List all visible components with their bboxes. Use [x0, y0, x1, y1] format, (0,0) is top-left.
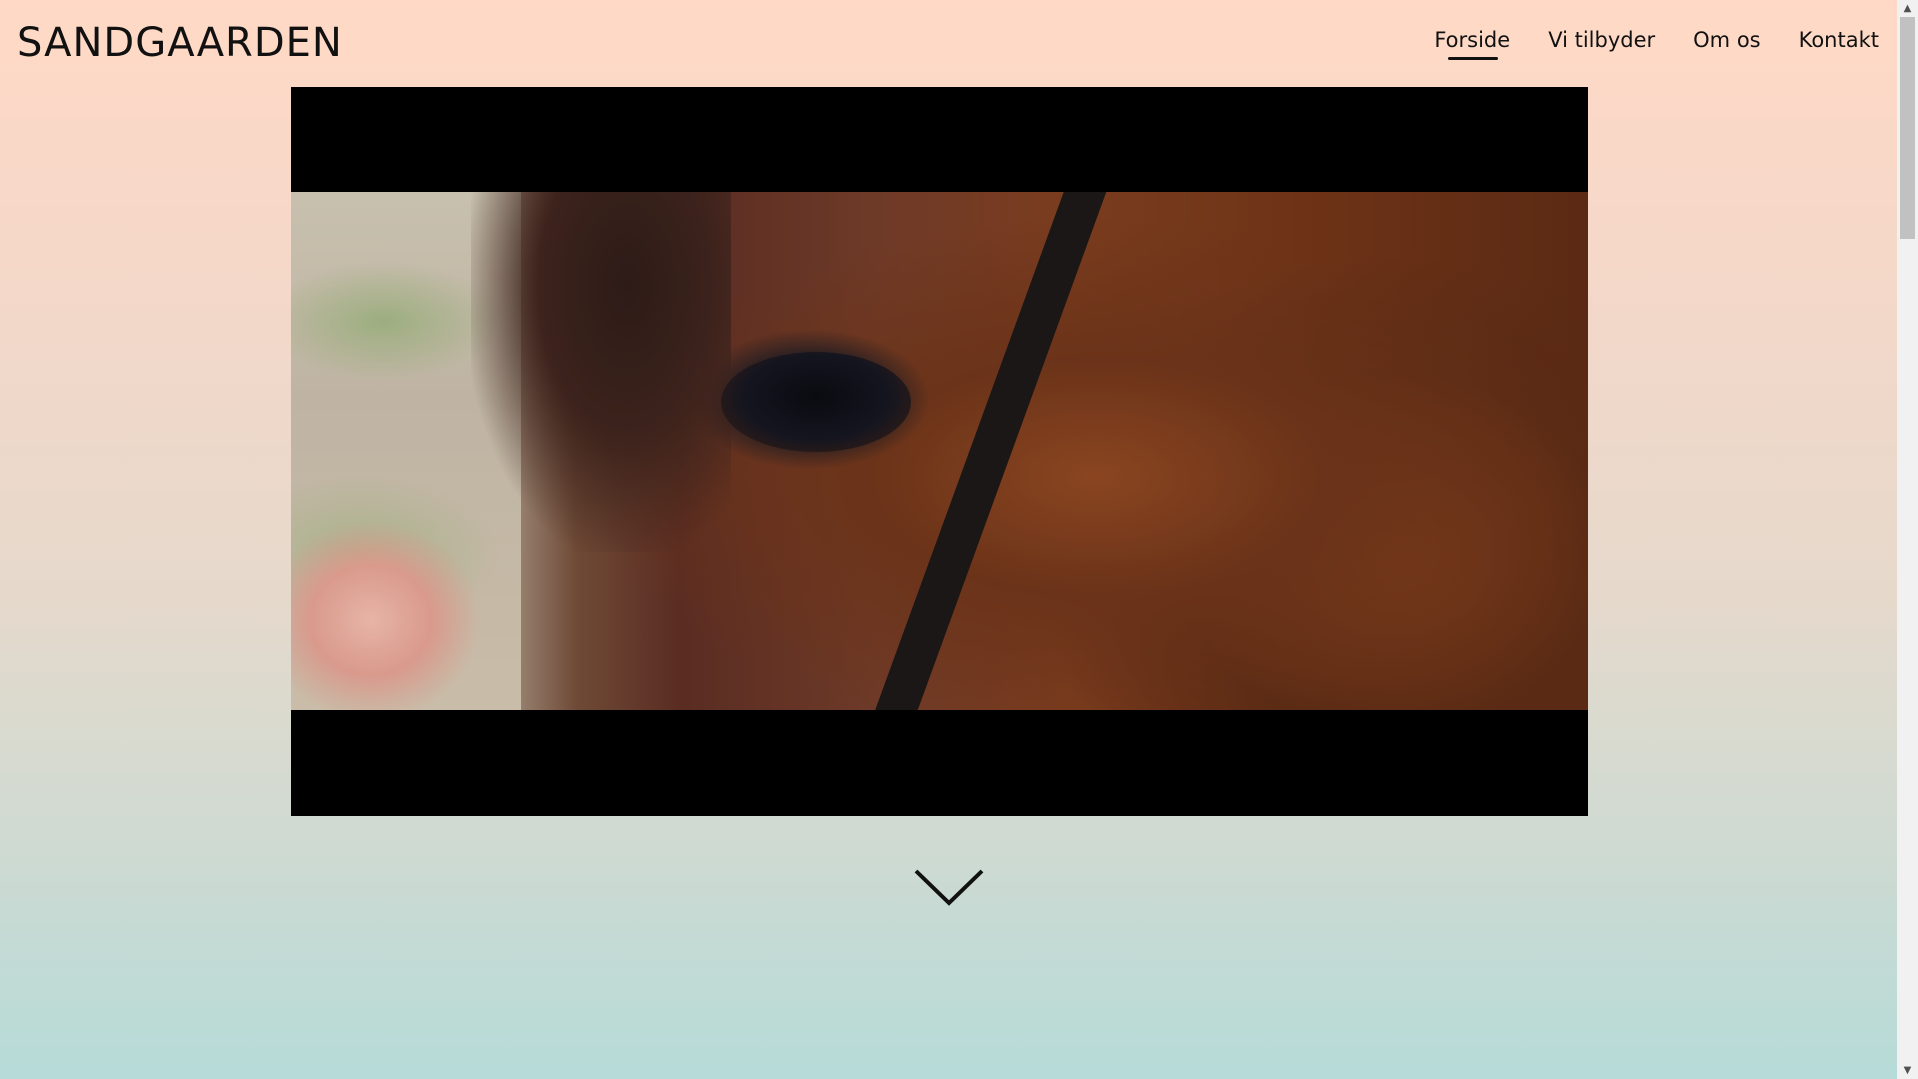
scrollbar[interactable]: ▲ ▼	[1897, 0, 1918, 1079]
nav-item-kontakt[interactable]: Kontakt	[1799, 28, 1879, 52]
main-nav: Forside Vi tilbyder Om os Kontakt	[1434, 28, 1879, 60]
nav-item-vi-tilbyder[interactable]: Vi tilbyder	[1548, 28, 1655, 52]
scroll-down-icon[interactable]: ▼	[1897, 1062, 1918, 1079]
page: SANDGAARDEN Forside Vi tilbyder Om os Ko…	[0, 0, 1897, 1079]
chevron-down-icon[interactable]	[913, 867, 985, 909]
horse-eye	[721, 352, 911, 452]
bridle-strap	[872, 192, 1109, 710]
scrollbar-thumb[interactable]	[1900, 17, 1915, 239]
hand	[291, 482, 521, 710]
nav-item-forside[interactable]: Forside	[1434, 28, 1510, 60]
site-logo[interactable]: SANDGAARDEN	[17, 18, 343, 68]
scroll-up-icon[interactable]: ▲	[1897, 0, 1918, 17]
video-frame	[291, 192, 1588, 710]
nav-item-om-os[interactable]: Om os	[1693, 28, 1760, 52]
hero-video[interactable]	[291, 87, 1588, 816]
